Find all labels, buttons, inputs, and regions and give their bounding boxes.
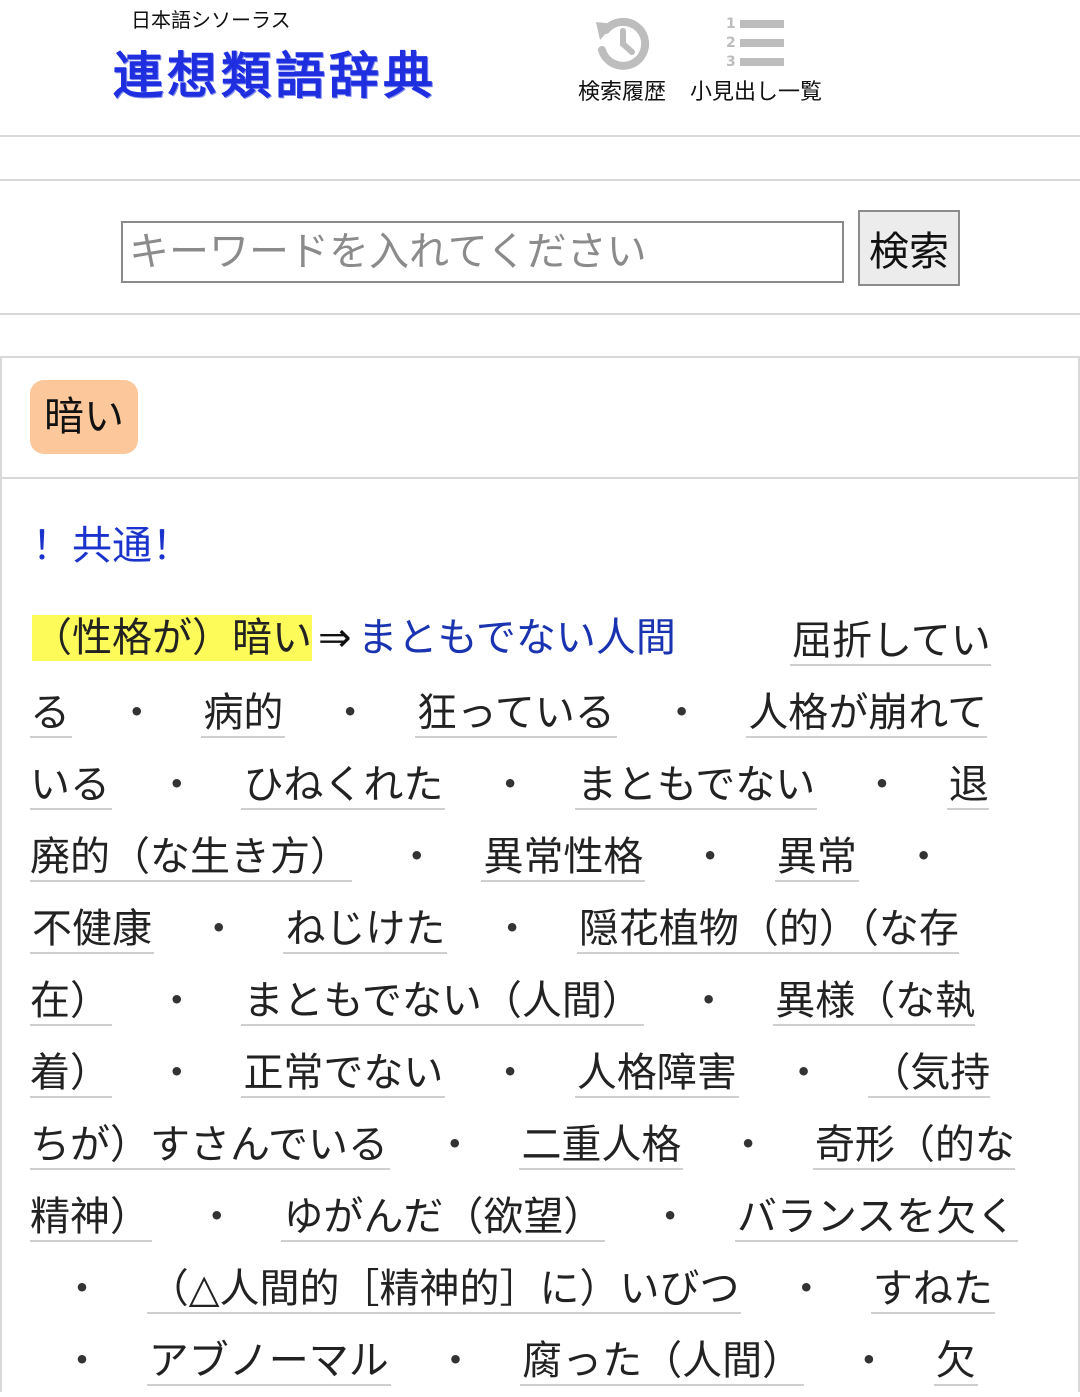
synonym-link[interactable]: 人格障害 bbox=[574, 1050, 739, 1098]
synonym-separator: ・ bbox=[196, 1194, 237, 1240]
synonym-link[interactable]: すねた bbox=[870, 1266, 995, 1314]
search-input[interactable] bbox=[121, 221, 844, 283]
synonym-link[interactable]: 正常でない bbox=[241, 1050, 446, 1098]
synonym-list: 屈折している ・ 病的 ・ 狂っている ・ 人格が崩れている ・ ひねくれた ・… bbox=[30, 605, 1020, 1397]
synonym-separator: ・ bbox=[690, 834, 731, 880]
search-button[interactable]: 検索 bbox=[858, 210, 960, 286]
synonym-link[interactable]: まともでない bbox=[574, 762, 818, 810]
synonym-link[interactable]: ひねくれた bbox=[241, 762, 446, 810]
synonym-separator: ・ bbox=[396, 834, 437, 880]
synonym-separator: ・ bbox=[688, 978, 729, 1024]
synonym-link[interactable]: 異常性格 bbox=[481, 834, 646, 882]
synonym-link[interactable]: まともでない（人間） bbox=[241, 978, 644, 1026]
synonym-separator: ・ bbox=[330, 690, 371, 736]
site-logo[interactable]: 連想類語辞典 bbox=[113, 36, 437, 108]
synonym-separator: ・ bbox=[661, 690, 702, 736]
headword-badge: 暗い bbox=[30, 380, 138, 454]
synonym-separator: ・ bbox=[62, 1338, 102, 1384]
synonym-separator: ・ bbox=[490, 1050, 531, 1096]
synonym-separator: ・ bbox=[490, 762, 531, 808]
synonym-link[interactable]: 不健康 bbox=[30, 906, 154, 954]
synonym-separator: ・ bbox=[783, 1050, 824, 1096]
synonym-separator: ・ bbox=[848, 1338, 889, 1384]
synonym-separator: ・ bbox=[786, 1266, 827, 1312]
history-icon bbox=[596, 17, 650, 70]
svg-text:3: 3 bbox=[726, 54, 736, 70]
synonym-separator: ・ bbox=[862, 762, 902, 808]
synonym-separator: ・ bbox=[650, 1194, 691, 1240]
heading-list-button[interactable]: 1 2 3 小見出し一覧 bbox=[690, 14, 822, 106]
result-card: 暗い ！共通！ （性格が）暗い ⇒ まともでない人間 屈折している ・ 病的 ・ 狂… bbox=[0, 356, 1080, 1392]
synonym-separator: ・ bbox=[156, 978, 197, 1024]
synonym-link[interactable]: 腐った（人間） bbox=[520, 1338, 805, 1386]
site-subtitle: 日本語シソーラス bbox=[131, 8, 291, 32]
synonym-link[interactable]: 二重人格 bbox=[519, 1122, 684, 1170]
synonym-link[interactable]: アブノーマル bbox=[146, 1338, 391, 1386]
common-section-label: ！共通！ bbox=[32, 523, 192, 569]
synonym-separator: ・ bbox=[903, 834, 944, 880]
svg-text:2: 2 bbox=[726, 35, 736, 51]
heading-list-label: 小見出し一覧 bbox=[690, 80, 823, 105]
search-history-label: 検索履歴 bbox=[578, 80, 667, 105]
app-header: 日本語シソーラス 連想類語辞典 検索履歴 1 2 3 小見出し一覧 bbox=[0, 0, 1080, 137]
synonym-link[interactable]: 異常 bbox=[774, 834, 859, 882]
synonym-separator: ・ bbox=[116, 690, 157, 736]
synonym-separator: ・ bbox=[156, 1050, 197, 1096]
synonym-separator: ・ bbox=[435, 1338, 476, 1384]
synonym-separator: ・ bbox=[62, 1266, 102, 1312]
synonym-separator: ・ bbox=[156, 762, 197, 808]
synonym-link[interactable]: （△人間的［精神的］に）いびつ bbox=[146, 1266, 742, 1314]
result-word-header: 暗い bbox=[2, 358, 1078, 479]
search-panel: 検索 bbox=[0, 179, 1080, 315]
synonym-separator: ・ bbox=[198, 906, 239, 952]
search-history-button[interactable]: 検索履歴 bbox=[578, 14, 666, 106]
synonym-separator: ・ bbox=[492, 906, 533, 952]
synonym-link[interactable]: ゆがんだ（欲望） bbox=[281, 1194, 606, 1242]
svg-text:1: 1 bbox=[726, 16, 736, 32]
synonym-link[interactable]: 病的 bbox=[201, 690, 286, 738]
synonym-separator: ・ bbox=[728, 1122, 769, 1168]
synonym-link[interactable]: ねじけた bbox=[283, 906, 448, 954]
numbered-list-icon: 1 2 3 bbox=[726, 16, 784, 70]
synonym-link[interactable]: バランスを欠く bbox=[734, 1194, 1019, 1242]
synonym-link[interactable]: 狂っている bbox=[414, 690, 617, 738]
synonym-separator: ・ bbox=[434, 1122, 475, 1168]
synonym-link[interactable]: 欠 bbox=[933, 1338, 978, 1386]
